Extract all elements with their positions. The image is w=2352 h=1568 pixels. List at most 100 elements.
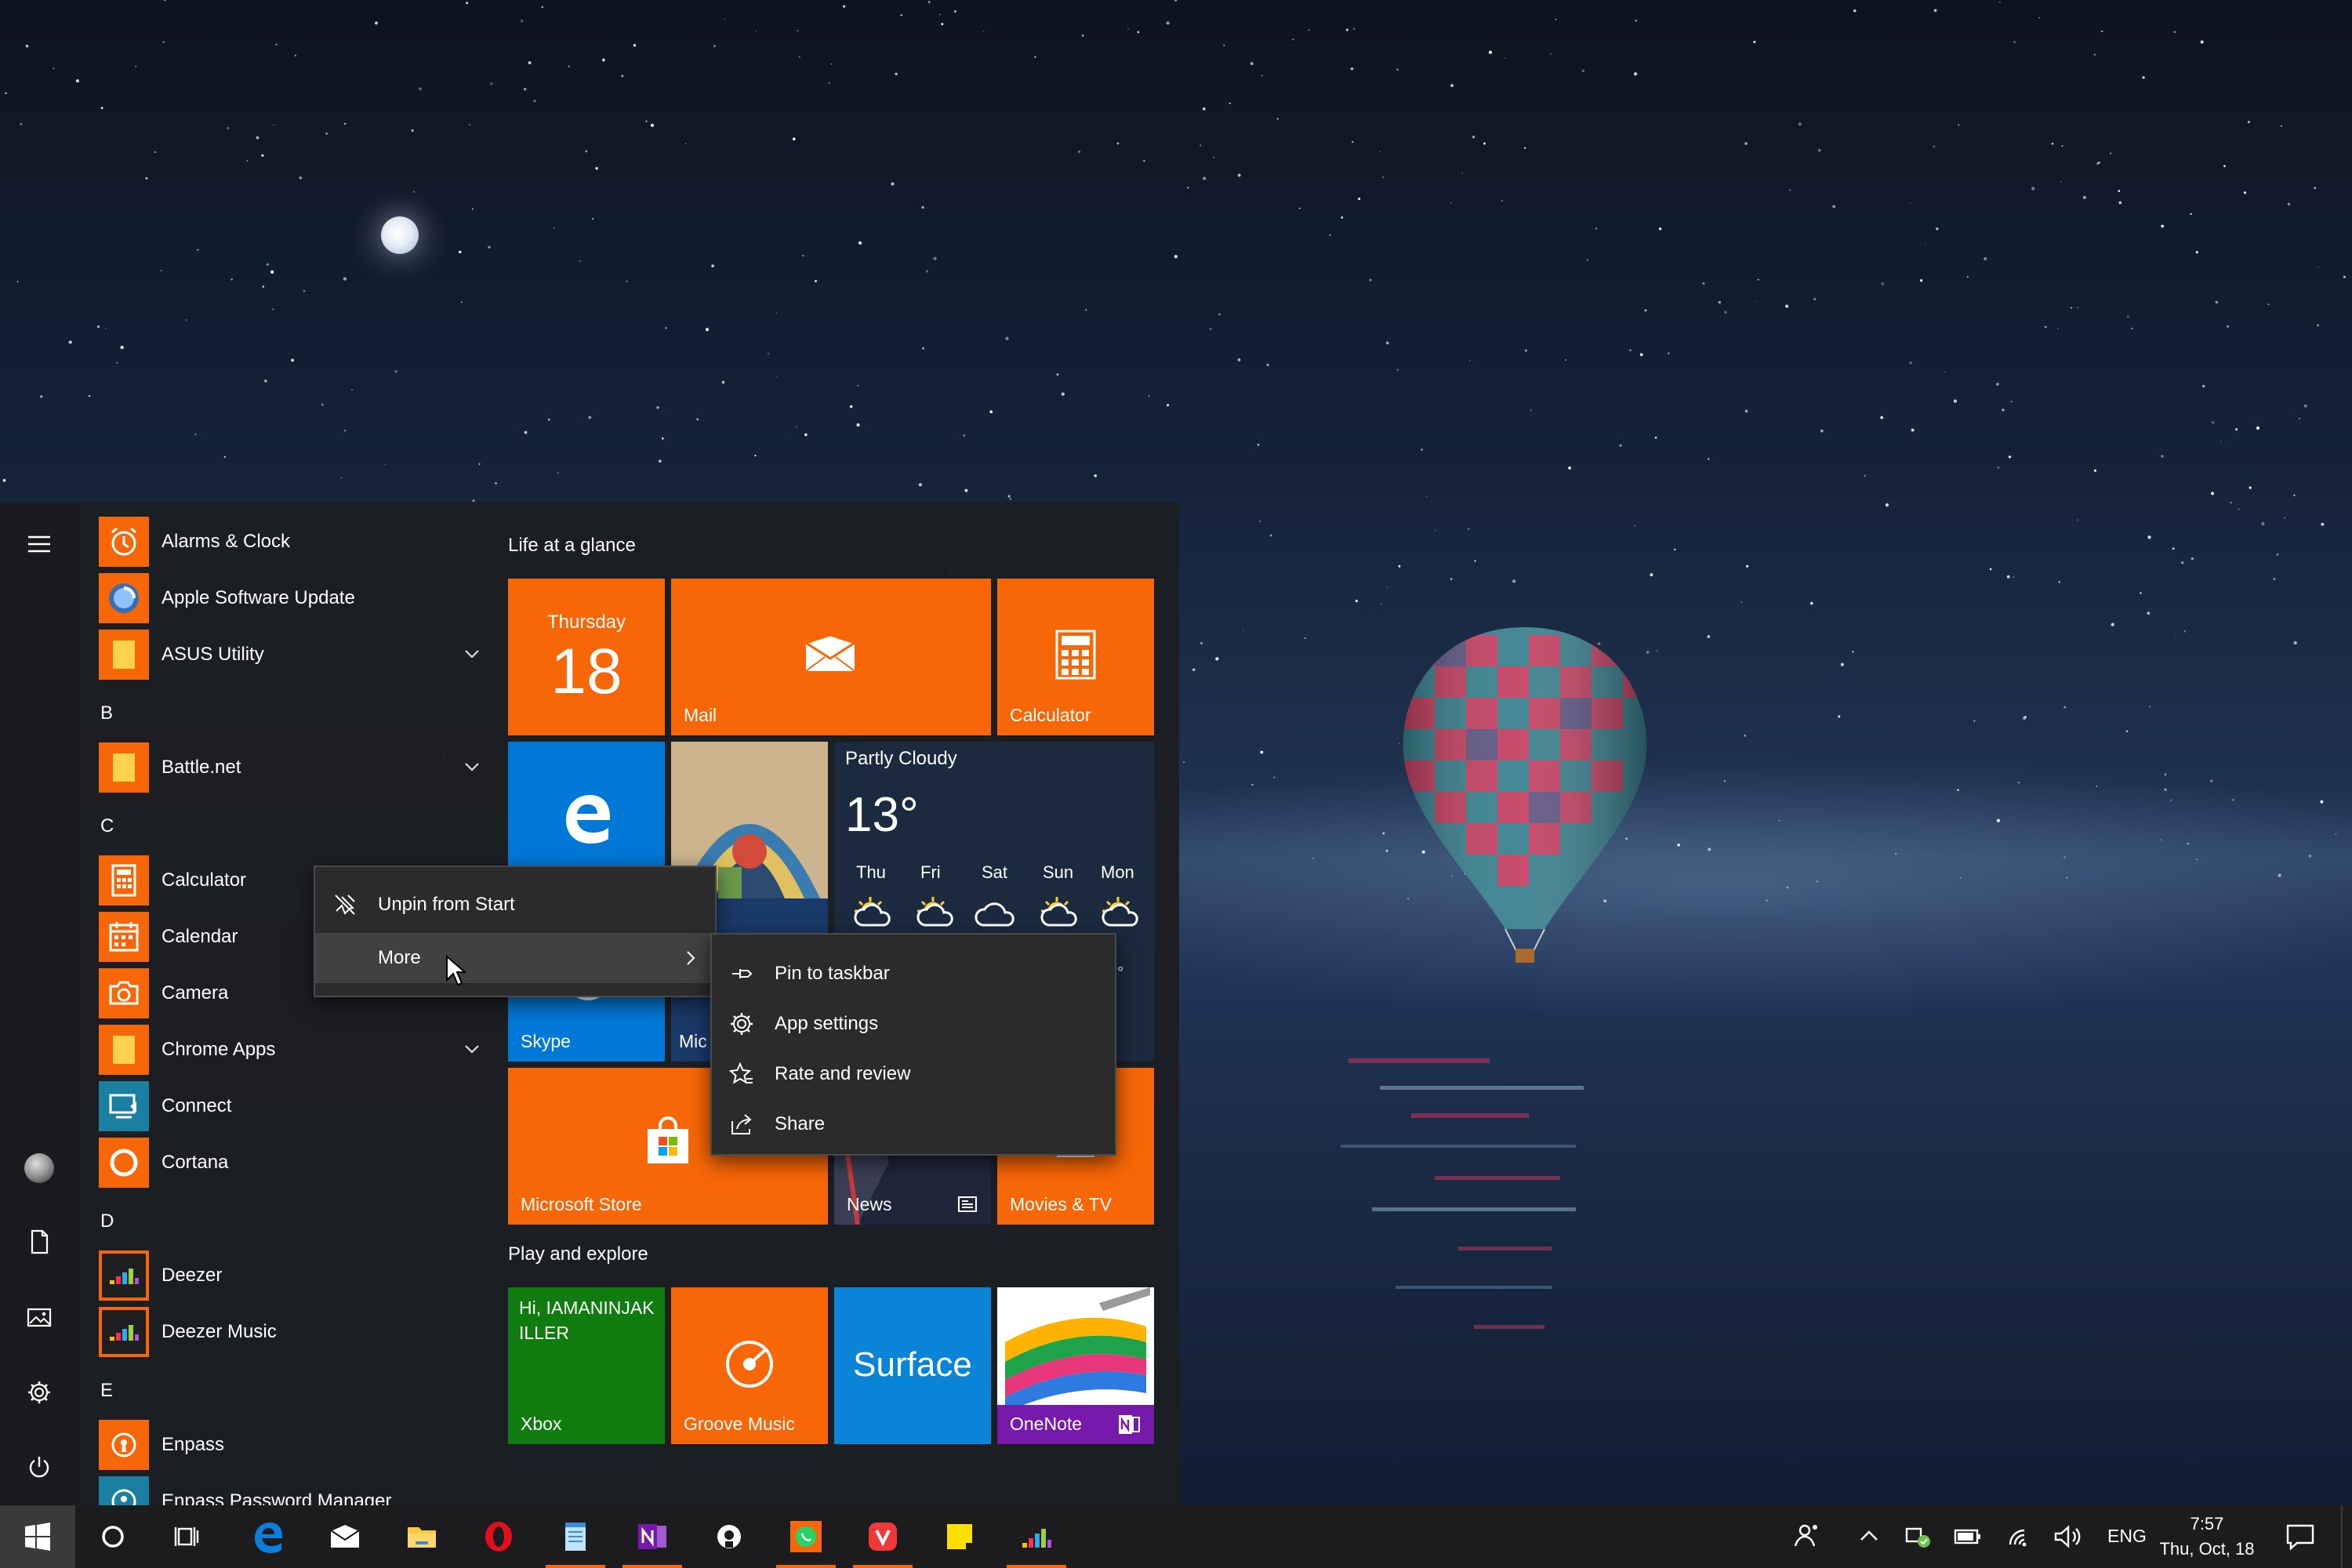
mouse-cursor [446,955,466,986]
taskbar-edge[interactable] [230,1505,306,1568]
star [1634,524,1636,527]
show-desktop-button[interactable] [2341,1505,2352,1568]
wifi-icon [2009,1529,2027,1547]
cortana-icon [99,1138,149,1188]
star [2071,307,2072,309]
cortana-search-button[interactable] [75,1505,151,1568]
star [1816,880,1818,883]
power-button[interactable] [11,1439,67,1496]
star [273,124,274,126]
star [645,120,648,122]
rate-and-review-item[interactable]: Rate and review [712,1049,1115,1099]
tile-onenote[interactable]: OneNote [997,1287,1154,1444]
app-cortana[interactable]: Cortana [99,1137,483,1189]
security-tray-button[interactable] [1900,1519,1935,1554]
taskbar-notepad[interactable] [538,1505,613,1568]
star [796,426,797,428]
tile-groove-music[interactable]: Groove Music [671,1287,828,1444]
group-title-play[interactable]: Play and explore [508,1243,648,1265]
star [1786,886,1789,889]
star [1953,399,1958,403]
letter-header-e[interactable]: E [100,1380,113,1402]
star [2320,800,2324,804]
show-hidden-icons-button[interactable] [1852,1519,1886,1554]
hamburger-icon [28,535,50,553]
letter-header-b[interactable]: B [100,702,113,724]
app-battle-net[interactable]: Battle.net [99,742,483,793]
star [592,217,594,220]
share-item[interactable]: Share [712,1099,1115,1149]
letter-header-d[interactable]: D [100,1210,114,1232]
taskbar-file-explorer[interactable] [384,1505,459,1568]
chevron-down-icon[interactable] [461,756,483,778]
app-asus-utility[interactable]: ASUS Utility [99,629,483,681]
more-item[interactable]: More [315,933,715,983]
input-language[interactable]: ENG [2107,1526,2147,1547]
star [471,208,474,210]
app-enpass-password-manager[interactable]: Enpass Password Manager [99,1475,483,1505]
action-center-button[interactable] [2283,1519,2318,1554]
calendar-icon [99,912,149,962]
pictures-button[interactable] [11,1289,67,1345]
app-connect[interactable]: Connect [99,1080,483,1132]
star [1350,67,1354,71]
chevron-down-icon[interactable] [461,1038,483,1060]
tile-xbox[interactable]: Hi, IAMANINJAKILLER Xbox [508,1287,665,1444]
app-settings-item[interactable]: App settings [712,999,1115,1049]
user-account-button[interactable] [11,1140,67,1196]
star [1276,118,1279,120]
tile-calendar[interactable]: Thursday 18 [508,579,665,735]
task-view-button[interactable] [151,1505,226,1568]
taskbar-mail[interactable] [307,1505,383,1568]
weather-day-sun: Sun [1043,862,1074,882]
star [2097,162,2100,164]
star [1619,444,1622,448]
app-deezer[interactable]: Deezer [99,1250,483,1301]
star [2284,517,2285,519]
task-view-icon [174,1527,199,1546]
taskbar-clock[interactable]: 7:57 Thu, Oct, 18 [2156,1512,2258,1562]
star [1708,848,1711,851]
taskbar-deezer[interactable] [999,1505,1074,1568]
star [154,151,156,153]
app-label: Battle.net [162,757,241,778]
letter-header-c[interactable]: C [100,815,114,837]
people-button[interactable] [1789,1519,1824,1554]
pin-to-taskbar-item[interactable]: Pin to taskbar [712,949,1115,999]
taskbar-sticky-notes[interactable] [922,1505,997,1568]
chevron-down-icon[interactable] [461,643,483,665]
battery-button[interactable] [1951,1519,1985,1554]
taskbar-whatsapp[interactable] [768,1505,844,1568]
network-button[interactable] [2004,1519,2038,1554]
star [579,260,582,263]
taskbar-onenote[interactable] [615,1505,690,1568]
taskbar-vivaldi[interactable] [845,1505,920,1568]
unpin-icon [335,895,355,915]
tile-calculator[interactable]: Calculator [997,579,1154,735]
app-deezer-music[interactable]: Deezer Music [99,1306,483,1358]
tile-surface[interactable]: Surface [834,1287,991,1444]
tile-label: Mail [684,705,717,725]
taskbar-github[interactable] [691,1505,767,1568]
star [135,65,137,67]
app-alarms-clock[interactable]: Alarms & Clock [99,516,483,568]
star [2256,426,2260,430]
app-chrome-apps[interactable]: Chrome Apps [99,1024,483,1076]
taskbar-opera[interactable] [461,1505,536,1568]
app-apple-software-update[interactable]: Apple Software Update [99,572,483,624]
star [25,44,29,48]
start-button[interactable] [0,1505,75,1568]
documents-button[interactable] [11,1214,67,1270]
group-title-life[interactable]: Life at a glance [508,535,636,557]
hamburger-menu-button[interactable] [11,516,67,572]
star [1555,18,1557,20]
windows-logo-icon [25,1523,50,1551]
volume-button[interactable] [2051,1519,2085,1554]
unpin-from-start-item[interactable]: Unpin from Start [315,880,715,930]
star [344,122,347,125]
star [2230,502,2232,504]
app-enpass[interactable]: Enpass [99,1419,483,1471]
star [775,312,778,314]
settings-button[interactable] [11,1364,67,1421]
tile-mail[interactable]: Mail [671,579,991,735]
